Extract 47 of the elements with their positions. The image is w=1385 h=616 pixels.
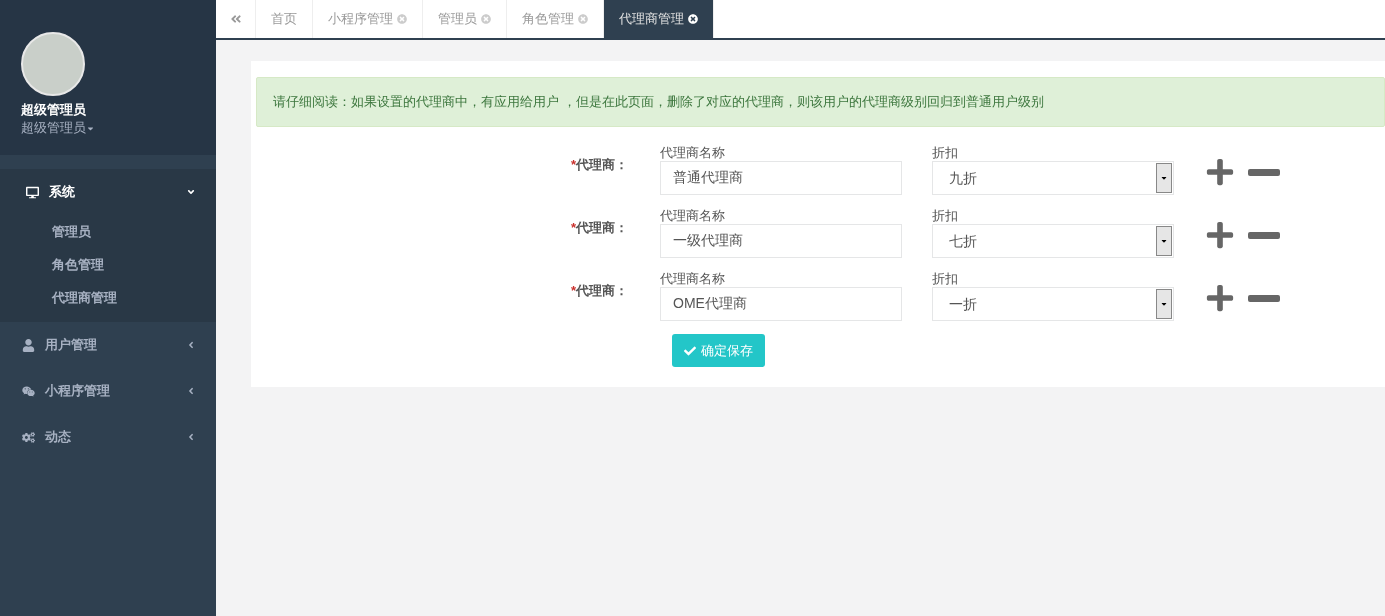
role-dropdown[interactable]: 超级管理员 (21, 119, 95, 137)
discount-label: 折扣 (932, 145, 959, 161)
discount-select[interactable]: 一折 (932, 287, 1174, 321)
plus-icon (1204, 220, 1236, 250)
chevron-icon (186, 187, 196, 197)
name-label: 代理商名称 (660, 145, 726, 161)
check-icon (684, 344, 696, 357)
chevron-icon (186, 386, 196, 396)
field-label: *代理商： (569, 219, 628, 237)
add-button[interactable] (1204, 283, 1236, 313)
add-button[interactable] (1204, 157, 1236, 187)
nav-subitem[interactable]: 角色管理 (0, 248, 104, 281)
minus-icon (1248, 168, 1280, 176)
name-label: 代理商名称 (660, 271, 726, 287)
discount-select[interactable]: 七折 (932, 224, 1174, 258)
gears-icon (22, 430, 35, 444)
chevron-icon (186, 340, 196, 350)
chevron-icon (186, 432, 196, 442)
name-input[interactable]: 普通代理商 (660, 161, 902, 195)
tab[interactable]: 代理商管理 (604, 0, 714, 38)
alert-message: 请仔细阅读：如果设置的代理商中，有应用给用户 ，但是在此页面，删除了对应的代理商，则该用户的代理商级别回归到普通用户级别 (256, 77, 1385, 127)
discount-label: 折扣 (932, 271, 959, 287)
plus-icon (1204, 157, 1236, 187)
name-input[interactable]: OME代理商 (660, 287, 902, 321)
chat-icon (22, 384, 35, 398)
plus-icon (1204, 283, 1236, 313)
avatar-placeholder (21, 32, 85, 96)
name-input[interactable]: 一级代理商 (660, 224, 902, 258)
nav-subitem[interactable]: 管理员 (0, 215, 91, 248)
discount-label: 折扣 (932, 208, 959, 224)
nav-item[interactable]: 小程序管理 (0, 368, 216, 414)
add-button[interactable] (1204, 220, 1236, 250)
profile-name: 超级管理员 (21, 101, 87, 119)
minus-icon (1248, 294, 1280, 302)
double-chevron-icon (229, 13, 242, 25)
field-label: *代理商： (569, 156, 628, 174)
discount-select[interactable]: 九折 (932, 161, 1174, 195)
nav-item[interactable]: 系统 (0, 169, 216, 215)
nav-item[interactable]: 用户管理 (0, 322, 216, 368)
nav-item[interactable]: 动态 (0, 414, 216, 460)
name-label: 代理商名称 (660, 208, 726, 224)
monitor-icon (26, 185, 39, 199)
user-icon (22, 338, 35, 352)
field-label: *代理商： (569, 282, 628, 300)
nav-subitem[interactable]: 代理商管理 (0, 281, 117, 314)
minus-icon (1248, 231, 1280, 239)
close-icon[interactable] (688, 14, 698, 24)
